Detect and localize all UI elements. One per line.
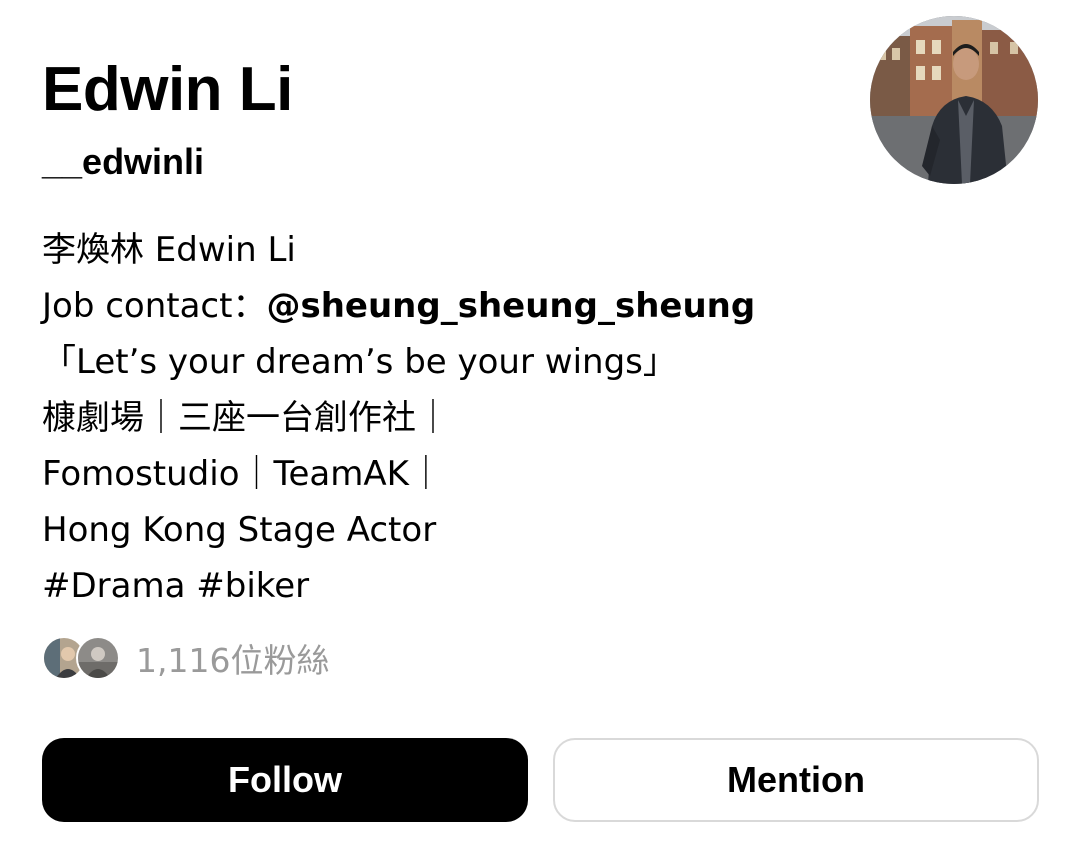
display-name: Edwin Li: [42, 55, 293, 124]
bio-line: Fomostudio｜TeamAK｜: [42, 454, 443, 494]
bio-line: 「Let’s your dream’s be your wings」: [42, 342, 677, 382]
profile-avatar[interactable]: [870, 16, 1038, 184]
follower-avatar: [76, 636, 120, 680]
bio-text: Job contact：: [42, 286, 267, 326]
profile-header: Edwin Li __edwinli 李煥林 Edwin Li Job cont…: [0, 0, 1080, 856]
followers-link[interactable]: 1,116位粉絲: [42, 634, 329, 682]
followers-count: 1,116位粉絲: [136, 641, 330, 680]
bio-line: 槺劇場｜三座一台創作社｜: [42, 398, 450, 438]
follow-button-label: Follow: [228, 759, 342, 800]
avatar-photo-icon: [870, 16, 1038, 184]
follower-photo-icon: [78, 638, 118, 678]
mention-button[interactable]: Mention: [553, 738, 1039, 822]
username: __edwinli: [42, 141, 205, 182]
profile-bio: 李煥林 Edwin Li Job contact：@sheung_sheung_…: [42, 222, 1042, 614]
bio-line: Job contact：@sheung_sheung_sheung: [42, 278, 1042, 334]
follow-button[interactable]: Follow: [42, 738, 528, 822]
mention-button-label: Mention: [727, 759, 865, 800]
bio-line: Hong Kong Stage Actor: [42, 510, 437, 550]
bio-line: #Drama #biker: [42, 566, 310, 606]
mention-link[interactable]: @sheung_sheung_sheung: [266, 286, 755, 326]
bio-line: 李煥林 Edwin Li: [42, 230, 296, 270]
